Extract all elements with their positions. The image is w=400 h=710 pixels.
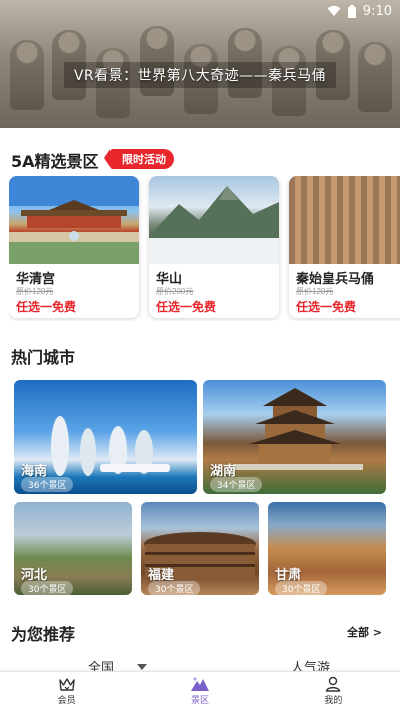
- scenic-card-list[interactable]: 华清宫 原价120元 任选一免费 华山 原价200元 任选一免费 秦始皇兵马俑 …: [9, 176, 400, 321]
- scenic-photo: [289, 176, 400, 264]
- nav-item-scenic[interactable]: 景区: [133, 672, 266, 710]
- battery-icon: [347, 4, 356, 18]
- scenic-card[interactable]: 华清宫 原价120元 任选一免费: [9, 176, 139, 318]
- nav-label: 会员: [57, 696, 76, 706]
- scenic-card[interactable]: 华山 原价200元 任选一免费: [149, 176, 279, 318]
- chevron-down-icon[interactable]: [137, 664, 147, 670]
- palace-illustration: [9, 176, 139, 264]
- nav-item-member[interactable]: 会员: [0, 672, 133, 710]
- person-icon: [326, 676, 341, 692]
- crown-icon: [58, 678, 75, 691]
- banner-caption-text: VR看景：世界第八大奇迹——秦兵马俑: [63, 62, 337, 88]
- limited-time-badge[interactable]: 限时活动: [104, 149, 174, 169]
- bottom-nav: 会员 景区 我的: [0, 671, 400, 710]
- city-scenic-count: 30个景区: [275, 581, 328, 595]
- scenic-card[interactable]: 秦始皇兵马俑 原价120元 任选一免费: [289, 176, 400, 318]
- status-time: 9:10: [362, 3, 392, 19]
- offer-text: 任选一免费: [156, 300, 217, 314]
- city-card-fujian[interactable]: 福建 30个景区: [141, 502, 259, 595]
- wifi-icon: [327, 5, 341, 16]
- city-card-hebei[interactable]: 河北 30个景区: [14, 502, 132, 595]
- status-bar: 9:10: [0, 0, 400, 22]
- banner-caption: VR看景：世界第八大奇迹——秦兵马俑: [0, 62, 400, 88]
- nav-item-mine[interactable]: 我的: [267, 672, 400, 710]
- city-scenic-count: 36个景区: [21, 477, 74, 492]
- original-price: 原价120元: [296, 287, 334, 296]
- see-all-link[interactable]: 全部 >: [347, 624, 382, 640]
- original-price: 原价120元: [16, 287, 54, 296]
- city-scenic-count: 30个景区: [21, 581, 74, 595]
- city-card-hainan[interactable]: 海南 36个景区: [14, 380, 197, 494]
- section-title-hot-cities: 热门城市: [11, 348, 76, 367]
- mountain-icon: [190, 677, 209, 691]
- city-scenic-count: 30个景区: [148, 581, 201, 595]
- scenic-name: 华清宫: [16, 272, 56, 287]
- offer-text: 任选一免费: [16, 300, 77, 314]
- scenic-name: 秦始皇兵马俑: [296, 272, 375, 287]
- original-price: 原价200元: [156, 287, 194, 296]
- city-scenic-count: 34个景区: [210, 477, 263, 492]
- nav-label: 我的: [324, 696, 343, 706]
- mountain-illustration: [149, 186, 279, 264]
- city-card-hunan[interactable]: 湖南 34个景区: [203, 380, 386, 494]
- section-title-5a: 5A精选景区: [11, 152, 99, 171]
- scenic-name: 华山: [156, 272, 183, 287]
- offer-text: 任选一免费: [296, 300, 357, 314]
- city-card-gansu[interactable]: 甘肃 30个景区: [268, 502, 386, 595]
- scenic-photo: [9, 176, 139, 264]
- nav-label: 景区: [190, 696, 209, 706]
- scenic-photo: [149, 176, 279, 264]
- section-title-recommend: 为您推荐: [11, 625, 76, 644]
